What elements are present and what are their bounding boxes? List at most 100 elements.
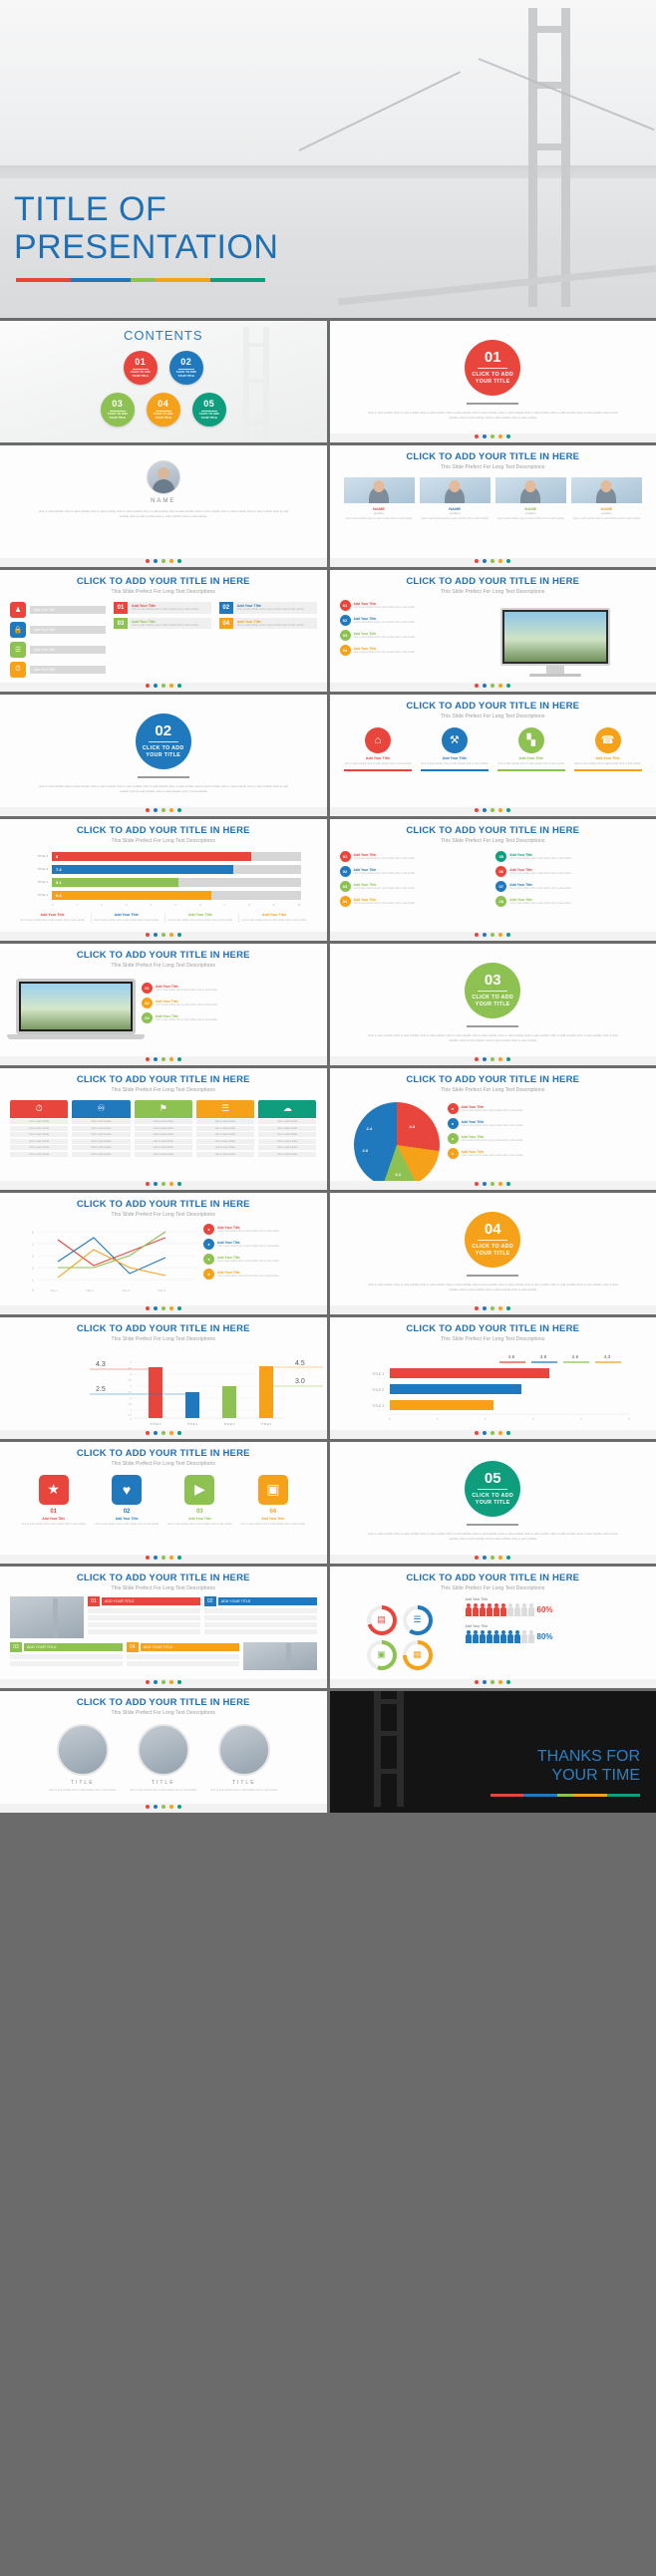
bullet-item[interactable]: 03 Add Your Title click to add subtitle cl…	[339, 880, 491, 892]
bullet-item[interactable]: 01 Add Your Title click to add subtitle cl…	[339, 850, 491, 862]
square-icon-card[interactable]: ▣ 04 Add Your Title click to add subtitl…	[239, 1474, 306, 1527]
slide-hbar-chart-2[interactable]: CLICK TO ADD YOUR TITLE IN HERE This Sli…	[329, 1317, 656, 1439]
photo-block-03[interactable]: 03 ADD YOUR TITLE	[10, 1641, 123, 1670]
slide-section-03[interactable]: 03 CLICK TO ADD YOUR TITLE click to add s…	[329, 944, 656, 1065]
legend-item[interactable]: ● Add Your Title click to add subtitle cli…	[203, 1253, 313, 1265]
team-member-card[interactable]: NAME position click to add subtitle clic…	[494, 476, 566, 521]
bullet-item[interactable]: 05 Add Your Title click to add subtitle cl…	[495, 850, 646, 862]
bullet-item[interactable]: 06 Add Your Title click to add subtitle cl…	[495, 865, 646, 877]
feature-chip[interactable]: ⏱ Add Your Title	[10, 661, 106, 678]
bullet-item[interactable]: 01 Add Your Title click to add subtitle …	[339, 599, 460, 611]
circle-photo-card[interactable]: TITLE click to add subtitle click to add…	[208, 1723, 280, 1793]
table-column[interactable]: ☁ click to add subtitle click to add sub…	[258, 1099, 317, 1157]
legend-item[interactable]: ● Add Your Title click to add subtitle cli…	[203, 1268, 313, 1280]
numbered-list-right: 02 Add Your Title click to add subtitle …	[218, 601, 317, 682]
bullet-item[interactable]: 04 Add Your Title click to add subtitle cl…	[339, 895, 491, 907]
bullet-item[interactable]: 07 Add Your Title click to add subtitle cl…	[495, 880, 646, 892]
photo-block-04[interactable]: 04 ADD YOUR TITLE	[126, 1641, 239, 1670]
slide-features[interactable]: CLICK TO ADD YOUR TITLE IN HERE This Sli…	[0, 570, 327, 692]
donut-chart-2[interactable]: ☰	[402, 1604, 433, 1635]
photo-block-02[interactable]: 02 ADD YOUR TITLE	[203, 1595, 317, 1638]
numbered-item[interactable]: 02 Add Your Title click to add subtitle …	[218, 601, 317, 614]
numbered-item[interactable]: 03 Add Your Title click to add subtitle …	[114, 617, 211, 630]
slide-column-chart[interactable]: CLICK TO ADD YOUR TITLE IN HERE This Sli…	[0, 1317, 327, 1439]
slide-section-02[interactable]: 02 CLICK TO ADD YOUR TITLE click to add …	[0, 695, 327, 816]
table-column[interactable]: ⚑ click to add subtitle click to add sub…	[134, 1099, 192, 1157]
section-circle-05[interactable]: 05 CLICK TO ADD YOUR TITLE	[465, 1461, 521, 1517]
team-member-card[interactable]: NAME position click to add subtitle clic…	[570, 476, 642, 521]
legend-item[interactable]: ● Add Your Title click to add subtitle cli…	[447, 1117, 641, 1129]
legend-item[interactable]: ● Add Your Title click to add subtitle cli…	[447, 1147, 641, 1159]
donut-chart-1[interactable]: ▤	[366, 1604, 397, 1635]
contents-item-05[interactable]: 05 CLICK TO ADD YOUR TITLE	[191, 393, 226, 427]
slide-section-05[interactable]: 05 CLICK TO ADD YOUR TITLE click to add s…	[329, 1442, 656, 1564]
bullet-item[interactable]: 02 Add Your Title click to add subtitle cl…	[339, 865, 491, 877]
circle-photo-card[interactable]: TITLE click to add subtitle click to add…	[128, 1723, 199, 1793]
contents-item-01[interactable]: 01 CLICK TO ADD YOUR TITLE	[123, 351, 158, 385]
slide-hbar-chart[interactable]: CLICK TO ADD YOUR TITLE IN HERE This Sli…	[0, 819, 327, 941]
square-icon-card[interactable]: ♥ 02 Add Your Title click to add subtitl…	[93, 1474, 160, 1527]
slide-profile[interactable]: NAME click to add subtitle click to add …	[0, 445, 327, 567]
section-circle-03[interactable]: 03 CLICK TO ADD YOUR TITLE	[465, 963, 521, 1018]
slide-laptop[interactable]: CLICK TO ADD YOUR TITLE IN HERE This Sli…	[0, 944, 327, 1065]
slide-contents[interactable]: CONTENTS 01 CLICK TO ADD YOUR TITLE 02 CL…	[0, 321, 327, 442]
slide-team[interactable]: CLICK TO ADD YOUR TITLE IN HERE This Sli…	[329, 445, 656, 567]
legend-item[interactable]: ● Add Your Title click to add subtitle cli…	[447, 1132, 641, 1144]
slide-round-icons[interactable]: CLICK TO ADD YOUR TITLE IN HERE This Sli…	[329, 695, 656, 816]
slide-subheading: This Slide Prefect For Long Text Descrip…	[111, 837, 215, 844]
round-icon-card[interactable]: ⌂ Add Your Title click to add subtitle c…	[343, 726, 412, 771]
bullet-item[interactable]: 02 Add Your Title click to add subtitle cl…	[142, 997, 317, 1008]
slide-section-04[interactable]: 04 CLICK TO ADD YOUR TITLE click to add s…	[329, 1193, 656, 1314]
numbered-item[interactable]: 01 Add Your Title click to add subtitle …	[114, 601, 211, 614]
legend-item[interactable]: ● Add Your Title click to add subtitle cli…	[447, 1102, 641, 1114]
slide-monitor[interactable]: CLICK TO ADD YOUR TITLE IN HERE This Sli…	[329, 570, 656, 692]
slide-square-icons[interactable]: CLICK TO ADD YOUR TITLE IN HERE This Sli…	[0, 1442, 327, 1564]
horizontal-bar-chart: TITLE 4 8 TITLE 3 7.3 TITLE 2 5.1 TITLE …	[26, 851, 301, 907]
bullet-item[interactable]: 01 Add Your Title click to add subtitle cl…	[142, 982, 317, 994]
round-icon-card[interactable]: ⚒ Add Your Title click to add subtitle c…	[420, 726, 489, 771]
feature-chip[interactable]: 🔒 Add Your Title	[10, 621, 106, 638]
slide-pie-chart[interactable]: CLICK TO ADD YOUR TITLE IN HERE This Sli…	[329, 1068, 656, 1190]
legend-item[interactable]: ● Add Your Title click to add subtitle cli…	[203, 1223, 313, 1235]
round-icon-card[interactable]: ▚ Add Your Title click to add subtitle c…	[496, 726, 565, 771]
section-circle-04[interactable]: 04 CLICK TO ADD YOUR TITLE	[465, 1212, 521, 1268]
slide-bullet-grid[interactable]: CLICK TO ADD YOUR TITLE IN HERE This Sli…	[329, 819, 656, 941]
circle-photo-card[interactable]: TITLE click to add subtitle click to add…	[47, 1723, 119, 1793]
slide-section-01[interactable]: 01 CLICK TO ADD YOUR TITLE click to add …	[329, 321, 656, 442]
slide-cover[interactable]: TITLE OF PRESENTATION	[0, 0, 656, 321]
feature-chip[interactable]: ☰ Add Your Title	[10, 641, 106, 658]
donut-chart-3[interactable]: ▣	[366, 1639, 397, 1670]
section-circle-01[interactable]: 01 CLICK TO ADD YOUR TITLE	[465, 340, 521, 396]
round-icon-card[interactable]: ☎ Add Your Title click to add subtitle c…	[573, 726, 642, 771]
table-column[interactable]: ⏱ click to add subtitle click to add sub…	[10, 1099, 69, 1157]
slide-three-circles[interactable]: CLICK TO ADD YOUR TITLE IN HERE This Sli…	[0, 1691, 327, 1813]
square-icon-card[interactable]: ★ 01 Add Your Title click to add subtitl…	[20, 1474, 87, 1527]
bullet-item[interactable]: 03 Add Your Title click to add subtitle …	[339, 629, 460, 641]
slide-table[interactable]: CLICK TO ADD YOUR TITLE IN HERE This Sli…	[0, 1068, 327, 1190]
feature-chip[interactable]: ♟ Add Your Title	[10, 601, 106, 618]
numbered-item[interactable]: 04 Add Your Title click to add subtitle …	[218, 617, 317, 630]
bullet-item[interactable]: 08 Add Your Title click to add subtitle cl…	[495, 895, 646, 907]
team-member-card[interactable]: NAME position click to add subtitle clic…	[419, 476, 491, 521]
bullet-item[interactable]: 02 Add Your Title click to add subtitle …	[339, 614, 460, 626]
slide-thanks[interactable]: THANKS FOR YOUR TIME	[329, 1691, 656, 1813]
table-cell: click to add subtitle	[10, 1132, 69, 1138]
contents-item-03[interactable]: 03 CLICK TO ADD YOUR TITLE	[100, 393, 135, 427]
legend-item[interactable]: ● Add Your Title click to add subtitle cli…	[203, 1238, 313, 1250]
slide-photo-blocks[interactable]: CLICK TO ADD YOUR TITLE IN HERE This Sli…	[0, 1567, 327, 1688]
section-body-text: click to add subtitle click to add subti…	[38, 784, 289, 793]
donut-chart-4[interactable]: ▦	[402, 1639, 433, 1670]
link-icon: ♾	[72, 1099, 131, 1118]
slide-line-chart[interactable]: CLICK TO ADD YOUR TITLE IN HERE This Sli…	[0, 1193, 327, 1314]
section-circle-02[interactable]: 02 CLICK TO ADD YOUR TITLE	[135, 714, 191, 769]
square-icon-card[interactable]: ▶ 03 Add Your Title click to add subtitl…	[166, 1474, 233, 1527]
bullet-item[interactable]: 03 Add Your Title click to add subtitle cl…	[142, 1011, 317, 1023]
photo-block-01[interactable]: 01 ADD YOUR TITLE	[88, 1595, 200, 1638]
contents-item-02[interactable]: 02 CLICK TO ADD YOUR TITLE	[168, 351, 203, 385]
team-member-card[interactable]: NAME position click to add subtitle clic…	[343, 476, 415, 521]
table-column[interactable]: ☰ click to add subtitle click to add sub…	[195, 1099, 255, 1157]
bullet-item[interactable]: 04 Add Your Title click to add subtitle …	[339, 644, 460, 656]
table-column[interactable]: ♾ click to add subtitle click to add sub…	[72, 1099, 131, 1157]
contents-item-04[interactable]: 04 CLICK TO ADD YOUR TITLE	[146, 393, 180, 427]
slide-infographic[interactable]: CLICK TO ADD YOUR TITLE IN HERE This Sli…	[329, 1567, 656, 1688]
